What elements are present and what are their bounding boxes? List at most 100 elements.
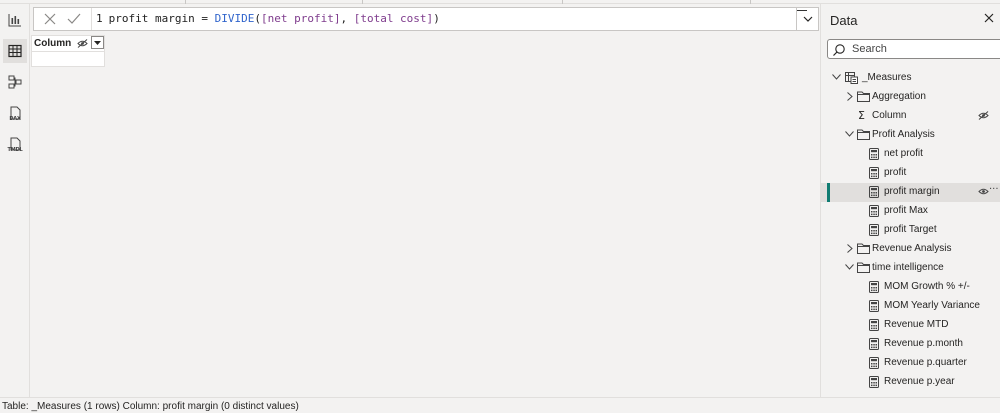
column-filter-dropdown[interactable] (91, 36, 104, 49)
tree-folder-aggregation[interactable]: Aggregation (821, 88, 1000, 107)
expand-formula-button[interactable] (796, 8, 818, 30)
equals-operator: = (194, 12, 215, 25)
sigma-icon: Σ (858, 109, 865, 122)
tree-label: profit Max (884, 205, 928, 216)
dax-expression[interactable]: 1 profit margin = DIVIDE([net profit], [t… (96, 12, 440, 25)
tree-table-measures[interactable]: _Measures (821, 69, 1000, 88)
tree-label: net profit (884, 148, 923, 159)
table-view-icon (8, 44, 22, 58)
dax-label: DAX (9, 116, 21, 122)
chevron-down-icon (832, 74, 841, 80)
tree-measure-net-profit[interactable]: net profit (821, 145, 1000, 164)
folder-icon (857, 262, 870, 273)
table-cell[interactable] (31, 51, 105, 67)
tree-measure-mom-growth[interactable]: MOM Growth % +/- (821, 278, 1000, 297)
tmdl-label: TMDL (7, 147, 23, 153)
dax-argument-2: [total cost] (353, 12, 434, 25)
chevron-down-icon (845, 131, 854, 137)
chevron-right-icon (847, 92, 853, 101)
tree-measure-profit[interactable]: profit (821, 164, 1000, 183)
tree-label: profit Target (884, 224, 937, 235)
formula-commit-controls (34, 8, 92, 30)
visibility-eye-button[interactable] (978, 187, 989, 196)
status-text: Table: _Measures (1 rows) Column: profit… (2, 401, 299, 412)
tree-label: profit (884, 167, 907, 178)
tree-column[interactable]: Σ Column (821, 107, 1000, 126)
open-paren: ( (254, 12, 261, 25)
model-view-button[interactable] (3, 70, 27, 94)
formula-bar[interactable]: 1 profit margin = DIVIDE([net profit], [t… (33, 7, 819, 31)
close-pane-button[interactable] (984, 13, 994, 23)
chevron-right-icon (847, 244, 853, 253)
calculator-icon (869, 357, 879, 369)
selection-indicator (827, 183, 830, 202)
table-view-canvas: 1 profit margin = DIVIDE([net profit], [t… (30, 4, 820, 397)
tree-measure-profit-max[interactable]: profit Max (821, 202, 1000, 221)
cancel-formula-button[interactable] (44, 13, 56, 25)
calculator-icon (869, 205, 879, 217)
search-input[interactable] (852, 42, 992, 56)
data-search-field[interactable] (827, 39, 1000, 59)
report-view-button[interactable] (3, 8, 27, 32)
tree-label: MOM Yearly Variance (884, 300, 980, 311)
tree-folder-profit-analysis[interactable]: Profit Analysis (821, 126, 1000, 145)
tree-label: Revenue p.month (884, 338, 963, 349)
calculator-icon (869, 148, 879, 160)
chevron-down-icon (845, 264, 854, 270)
tree-label: Aggregation (872, 91, 926, 102)
measure-table-icon (845, 72, 858, 84)
tree-measure-revenue-mtd[interactable]: Revenue MTD (821, 316, 1000, 335)
folder-icon (857, 91, 870, 102)
tree-measure-revenue-p-quarter[interactable]: Revenue p.quarter (821, 354, 1000, 373)
arg-separator: , (340, 12, 354, 25)
chevron-down-icon (803, 16, 812, 22)
view-switcher: DAX TMDL (0, 4, 30, 397)
column-header[interactable]: Column (31, 35, 105, 51)
calculator-icon (869, 186, 879, 198)
folder-icon (857, 243, 870, 254)
tmdl-view-button[interactable]: TMDL (3, 132, 27, 156)
tree-label: Profit Analysis (872, 129, 935, 140)
hidden-eye-icon (978, 111, 989, 120)
data-pane-title: Data (830, 13, 858, 28)
tree-measure-revenue-p-month[interactable]: Revenue p.month (821, 335, 1000, 354)
dax-query-view-button[interactable]: DAX (3, 101, 27, 125)
tree-folder-revenue-analysis[interactable]: Revenue Analysis (821, 240, 1000, 259)
dropdown-arrow-icon (94, 40, 101, 45)
tree-label: Revenue p.year (884, 376, 955, 387)
checkmark-icon (67, 13, 81, 24)
more-options-button[interactable]: ··· (989, 184, 999, 195)
tree-label: _Measures (862, 72, 912, 83)
calculator-icon (869, 224, 879, 236)
folder-icon (857, 129, 870, 140)
report-view-icon (8, 14, 21, 27)
dax-argument-1: [net profit] (260, 12, 341, 25)
tree-measure-profit-target[interactable]: profit Target (821, 221, 1000, 240)
calculator-icon (869, 281, 879, 293)
eye-icon (978, 188, 989, 195)
search-icon (833, 44, 845, 56)
commit-formula-button[interactable] (67, 13, 81, 25)
model-view-icon (8, 75, 22, 89)
tree-label: Column (872, 110, 907, 121)
data-pane: Data _Measures Aggregation Σ Co (820, 4, 1000, 397)
calculator-icon (869, 300, 879, 312)
line-number: 1 (96, 12, 103, 25)
close-icon (44, 13, 56, 25)
column-header-label: Column (34, 38, 72, 49)
table-view-button[interactable] (3, 39, 27, 63)
calculator-icon (869, 319, 879, 331)
tree-label: time intelligence (872, 262, 944, 273)
tree-measure-profit-margin[interactable]: profit margin ··· (821, 183, 1000, 202)
tree-measure-mom-yearly-variance[interactable]: MOM Yearly Variance (821, 297, 1000, 316)
tree-measure-revenue-p-year[interactable]: Revenue p.year (821, 373, 1000, 392)
calculator-icon (869, 167, 879, 179)
tree-label: Revenue p.quarter (884, 357, 967, 368)
tree-label: MOM Growth % +/- (884, 281, 970, 292)
tree-label: Revenue MTD (884, 319, 949, 330)
calculator-icon (869, 338, 879, 350)
status-bar: Table: _Measures (1 rows) Column: profit… (0, 397, 1000, 413)
tree-folder-time-intelligence[interactable]: time intelligence (821, 259, 1000, 278)
measure-name: profit margin (108, 12, 195, 25)
close-paren: ) (433, 12, 440, 25)
